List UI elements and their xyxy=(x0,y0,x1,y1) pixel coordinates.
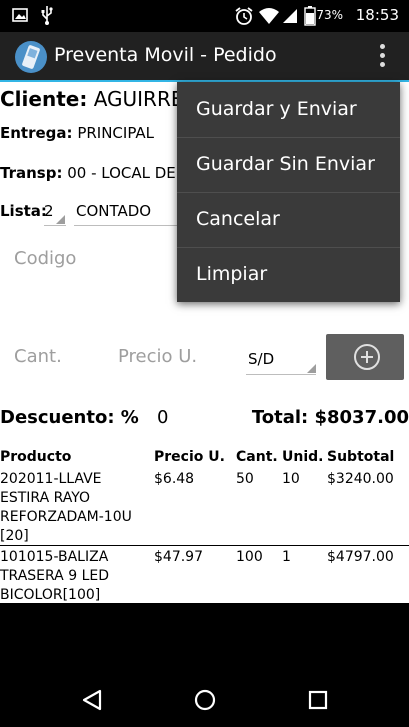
action-bar: Preventa Movil - Pedido xyxy=(0,32,409,80)
app-title: Preventa Movil - Pedido xyxy=(54,44,277,66)
cell-precio: $6.48 xyxy=(154,471,195,487)
descuento-label: Descuento: % xyxy=(0,407,139,428)
cliente-row[interactable]: Cliente: AGUIRRE xyxy=(0,87,183,111)
wifi-icon xyxy=(259,8,279,24)
menu-item-cancelar[interactable]: Cancelar xyxy=(177,192,400,247)
lista-number[interactable]: 2 xyxy=(44,202,54,220)
overflow-menu: Guardar y Enviar Guardar Sin Enviar Canc… xyxy=(177,82,400,302)
table-row[interactable]: 202011-LLAVE ESTIRA RAYO REFORZADAM-10U … xyxy=(0,469,409,545)
cell-producto: 202011-LLAVE ESTIRA RAYO REFORZADAM-10U … xyxy=(0,471,132,544)
cell-cant: 50 xyxy=(236,471,254,487)
row-divider xyxy=(0,545,409,546)
col-precio: Precio U. xyxy=(154,449,225,465)
battery-percent: 73% xyxy=(316,8,343,22)
cliente-label: Cliente: xyxy=(0,87,88,111)
col-producto: Producto xyxy=(0,449,72,465)
entrega-row[interactable]: Entrega: PRINCIPAL xyxy=(0,124,154,142)
lista-value[interactable]: CONTADO xyxy=(76,202,151,220)
cell-precio: $47.97 xyxy=(154,549,203,565)
col-cant: Cant. xyxy=(236,449,278,465)
cell-unid: 10 xyxy=(282,471,300,487)
cell-unid: 1 xyxy=(282,549,291,565)
cell-producto: 101015-BALIZA TRASERA 9 LED BICOLOR[100] xyxy=(0,549,109,603)
image-icon xyxy=(12,8,28,22)
back-icon[interactable] xyxy=(82,689,102,711)
overflow-menu-icon[interactable] xyxy=(377,44,387,70)
precio-input[interactable]: Precio U. xyxy=(118,346,197,367)
recents-icon[interactable] xyxy=(308,690,328,710)
transp-label: Transp: xyxy=(0,164,63,182)
cliente-value: AGUIRRE xyxy=(93,87,184,111)
dropdown-indicator-icon xyxy=(307,364,316,373)
sd-underline xyxy=(246,374,316,375)
descuento-value[interactable]: 0 xyxy=(157,407,168,428)
app-icon[interactable] xyxy=(14,40,48,74)
total-label: Total: $8037.00 xyxy=(251,407,409,428)
table-row[interactable]: 101015-BALIZA TRASERA 9 LED BICOLOR[100]… xyxy=(0,547,409,603)
menu-item-limpiar[interactable]: Limpiar xyxy=(177,247,400,302)
menu-item-guardar-sin-enviar[interactable]: Guardar Sin Enviar xyxy=(177,137,400,192)
col-subtotal: Subtotal xyxy=(327,449,395,465)
dropdown-indicator-icon xyxy=(56,215,65,224)
add-circle-icon xyxy=(354,344,380,370)
clock: 18:53 xyxy=(355,6,399,24)
cell-subtotal: $3240.00 xyxy=(327,471,394,487)
add-product-button[interactable] xyxy=(326,334,404,380)
transp-row[interactable]: Transp: 00 - LOCAL DE V xyxy=(0,164,191,182)
battery-icon xyxy=(304,6,316,26)
codigo-input[interactable]: Codigo xyxy=(14,248,76,269)
home-icon[interactable] xyxy=(193,688,217,712)
cell-cant: 100 xyxy=(236,549,263,565)
signal-icon xyxy=(283,9,297,23)
status-bar: 73% 18:53 xyxy=(0,0,409,32)
sd-select[interactable]: S/D xyxy=(248,350,274,368)
usb-icon xyxy=(41,6,53,25)
cant-input[interactable]: Cant. xyxy=(14,346,62,367)
lista-value-underline xyxy=(74,225,177,226)
lista-label: Lista: xyxy=(0,202,47,220)
cell-subtotal: $4797.00 xyxy=(327,549,394,565)
menu-item-guardar-enviar[interactable]: Guardar y Enviar xyxy=(177,82,400,137)
entrega-label: Entrega: xyxy=(0,124,73,142)
navigation-bar xyxy=(0,603,409,727)
col-unid: Unid. xyxy=(282,449,324,465)
entrega-value: PRINCIPAL xyxy=(77,124,155,142)
alarm-icon xyxy=(235,7,253,25)
transp-value: 00 - LOCAL DE V xyxy=(67,164,191,182)
lista-number-underline xyxy=(44,225,66,226)
